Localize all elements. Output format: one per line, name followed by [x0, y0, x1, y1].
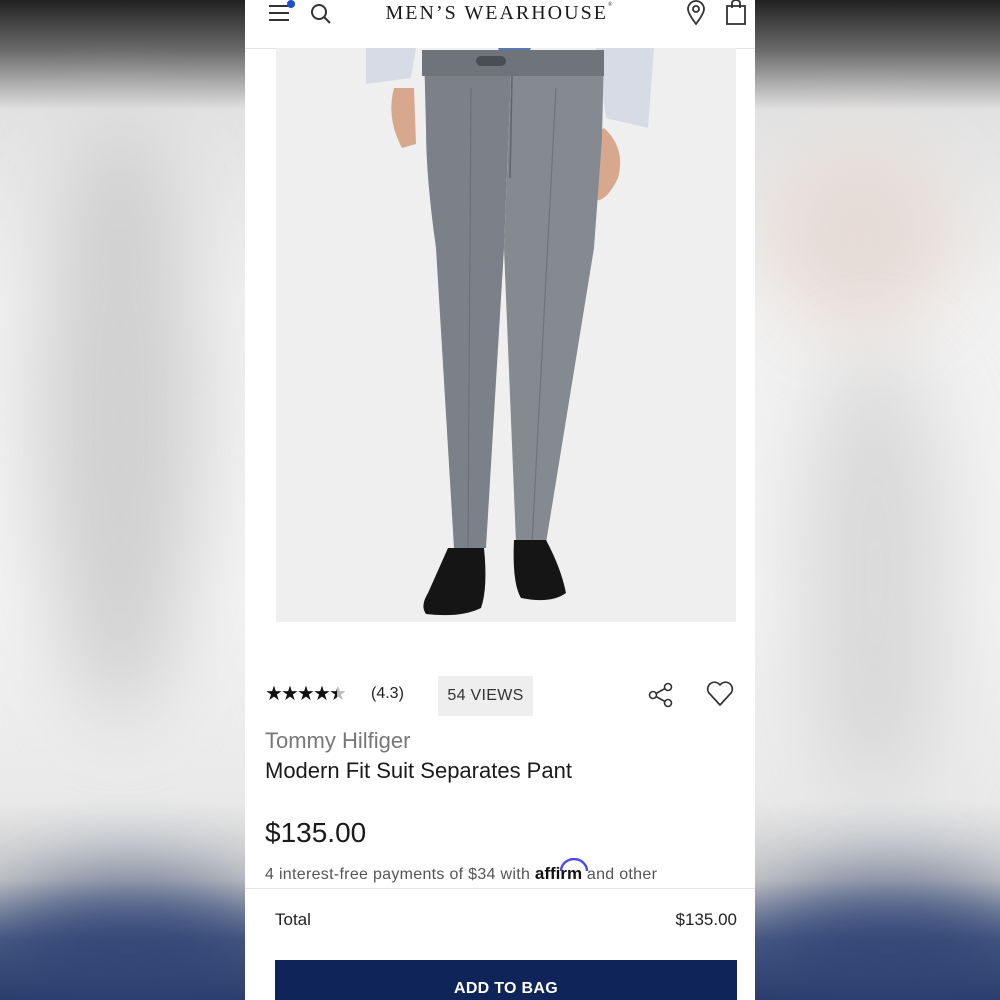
- logo-text: MEN’S WEARHOUSE: [385, 2, 608, 24]
- location-pin-icon[interactable]: [685, 0, 707, 26]
- rating-value[interactable]: (4.3): [371, 685, 404, 703]
- site-header: MEN’S WEARHOUSE®: [245, 0, 755, 49]
- half-star-icon: ★: [329, 683, 347, 705]
- product-brand[interactable]: Tommy Hilfiger: [265, 728, 410, 754]
- product-name: Modern Fit Suit Separates Pant: [265, 758, 572, 783]
- add-to-bag-button[interactable]: ADD TO BAG: [275, 960, 737, 1000]
- total-label: Total: [275, 910, 311, 929]
- total-bar: Total $135.00 ADD TO BAG: [245, 888, 755, 1000]
- shopping-bag-icon[interactable]: [725, 0, 747, 26]
- installments-suffix: and other: [586, 866, 658, 883]
- total-value: $135.00: [675, 910, 737, 929]
- search-icon[interactable]: [309, 2, 333, 26]
- share-icon[interactable]: [646, 680, 676, 710]
- views-badge: 54 VIEWS: [438, 676, 533, 716]
- product-page: MEN’S WEARHOUSE® ★ ★ ★ ★ ★ (4.3) 54 VIEW…: [245, 0, 755, 1000]
- star-rating[interactable]: ★ ★ ★ ★ ★: [265, 683, 347, 705]
- installments-text[interactable]: 4 interest-free payments of $34 with aff…: [265, 858, 658, 884]
- affirm-arc-icon: [559, 858, 589, 872]
- star-icon: ★: [313, 683, 331, 705]
- notification-dot: [287, 0, 295, 8]
- star-icon: ★: [265, 683, 283, 705]
- hamburger-menu-icon[interactable]: [269, 0, 295, 24]
- product-price: $135.00: [265, 817, 367, 848]
- star-icon: ★: [281, 683, 299, 705]
- brand-logo[interactable]: MEN’S WEARHOUSE®: [345, 2, 655, 25]
- heart-icon[interactable]: [705, 679, 735, 709]
- rating-row: ★ ★ ★ ★ ★ (4.3) 54 VIEWS: [265, 676, 735, 716]
- star-icon: ★: [297, 683, 315, 705]
- installments-prefix: 4 interest-free payments of $34 with: [265, 866, 531, 883]
- product-image[interactable]: [276, 48, 736, 622]
- affirm-logo: affirm: [535, 858, 589, 883]
- registered-mark: ®: [607, 2, 615, 8]
